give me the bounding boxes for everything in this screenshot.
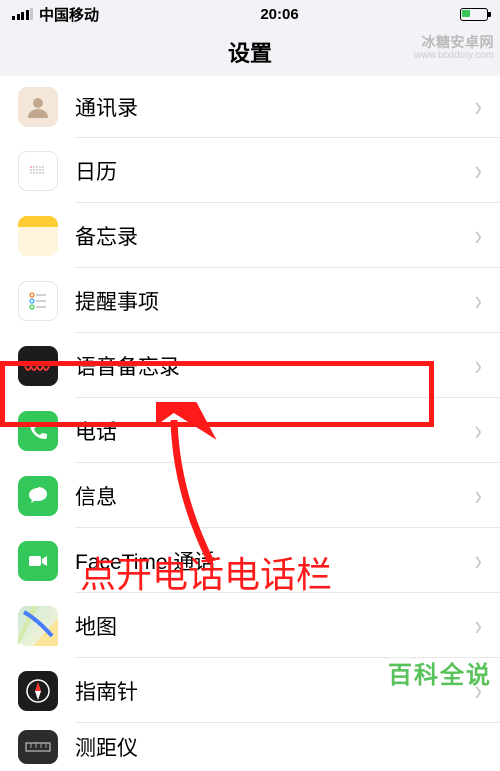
row-facetime[interactable]: FaceTime 通话 › [0,528,500,593]
status-right [460,8,488,21]
row-phone[interactable]: 电话 › [0,398,500,463]
messages-icon [18,476,58,516]
row-label: FaceTime 通话 [75,546,475,576]
contacts-icon [18,87,58,127]
watermark-bottom: 百科全说 [388,655,492,690]
row-notes[interactable]: 备忘录 › [0,203,500,268]
measure-icon [18,730,58,764]
status-left: 中国移动 [12,4,99,25]
voicememos-icon [18,346,58,386]
row-label: 通讯录 [75,92,475,122]
chevron-right-icon: › [475,479,482,513]
row-measure[interactable]: 测距仪 [0,723,500,771]
row-label: 日历 [75,156,475,186]
row-voicememos[interactable]: 语音备忘录 › [0,333,500,398]
status-bar: 中国移动 20:06 [0,0,500,28]
row-maps[interactable]: 地图 › [0,593,500,658]
reminders-icon [18,281,58,321]
row-label: 地图 [75,611,475,641]
row-label: 提醒事项 [75,286,475,316]
row-label: 测距仪 [75,732,482,762]
row-label: 信息 [75,481,475,511]
signal-icon [12,8,33,20]
watermark-top: 冰糖安卓网 [422,32,495,52]
row-messages[interactable]: 信息 › [0,463,500,528]
phone-icon [18,411,58,451]
row-label: 电话 [75,416,475,446]
status-time: 20:06 [260,6,298,23]
chevron-right-icon: › [475,609,482,643]
compass-icon [18,671,58,711]
chevron-right-icon: › [475,544,482,578]
chevron-right-icon: › [475,219,482,253]
row-label: 备忘录 [75,221,475,251]
chevron-right-icon: › [475,414,482,448]
battery-icon [460,8,488,21]
row-reminders[interactable]: 提醒事项 › [0,268,500,333]
row-calendar[interactable]: 日历 › [0,138,500,203]
row-label: 语音备忘录 [75,351,475,381]
chevron-right-icon: › [475,284,482,318]
notes-icon [18,216,58,256]
carrier-label: 中国移动 [39,4,99,25]
maps-icon [18,606,58,646]
chevron-right-icon: › [475,349,482,383]
row-contacts[interactable]: 通讯录 › [0,76,500,138]
chevron-right-icon: › [475,90,482,124]
facetime-icon [18,541,58,581]
chevron-right-icon: › [475,154,482,188]
watermark-top-sub: www.btxtdmy.com [414,50,494,61]
calendar-icon [18,151,58,191]
